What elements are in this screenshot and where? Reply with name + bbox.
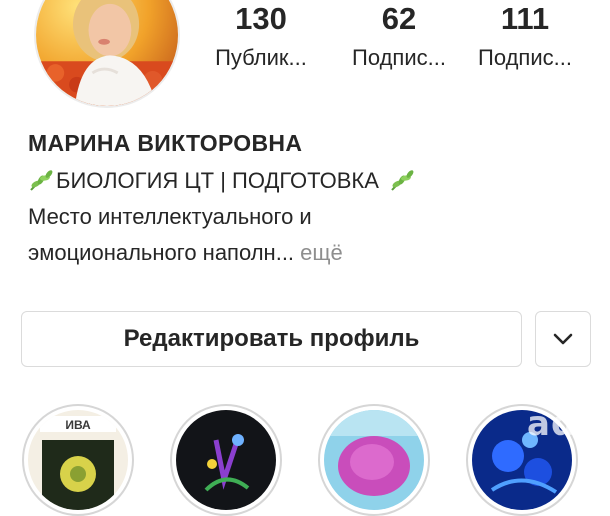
bio-line-3: эмоционального наполн... ещё xyxy=(28,238,343,268)
followers-count[interactable]: 62 Подпис... xyxy=(334,0,464,72)
edit-profile-button[interactable]: Редактировать профиль xyxy=(21,311,522,367)
story-highlight[interactable] xyxy=(170,404,282,516)
highlight-cover xyxy=(176,410,276,510)
leaf-icon xyxy=(28,168,56,194)
story-highlight[interactable]: ИВА xyxy=(22,404,134,516)
highlight-cover: ИВА xyxy=(28,410,128,510)
following-label: Подпис... xyxy=(478,45,572,70)
posts-count[interactable]: 130 Публик... xyxy=(196,0,326,72)
highlight-label: ИВА xyxy=(65,418,91,432)
followers-label: Подпис... xyxy=(352,45,446,70)
story-highlight[interactable] xyxy=(318,404,430,516)
chevron-down-icon xyxy=(553,333,573,345)
more-link[interactable]: ещё xyxy=(300,240,343,265)
bio-line-2: Место интеллектуального и xyxy=(28,204,312,229)
posts-label: Публик... xyxy=(215,45,307,70)
bio-subtitle: БИОЛОГИЯ ЦТ | ПОДГОТОВКА xyxy=(56,168,379,193)
bio-line-1: БИОЛОГИЯ ЦТ | ПОДГОТОВКА xyxy=(28,166,415,196)
profile-avatar[interactable] xyxy=(34,0,180,108)
following-value: 111 xyxy=(500,1,550,36)
highlight-cover xyxy=(324,410,424,510)
watermark: ade xyxy=(527,404,601,444)
following-count[interactable]: 111 Подпис... xyxy=(460,0,590,72)
leaf-icon xyxy=(387,168,415,194)
avatar-photo xyxy=(36,0,178,106)
suggestions-dropdown-button[interactable] xyxy=(535,311,591,367)
profile-name: МАРИНА ВИКТОРОВНА xyxy=(28,130,303,156)
posts-value: 130 xyxy=(235,1,287,36)
followers-value: 62 xyxy=(381,1,417,36)
bio-text-truncated: эмоционального наполн... xyxy=(28,240,295,265)
